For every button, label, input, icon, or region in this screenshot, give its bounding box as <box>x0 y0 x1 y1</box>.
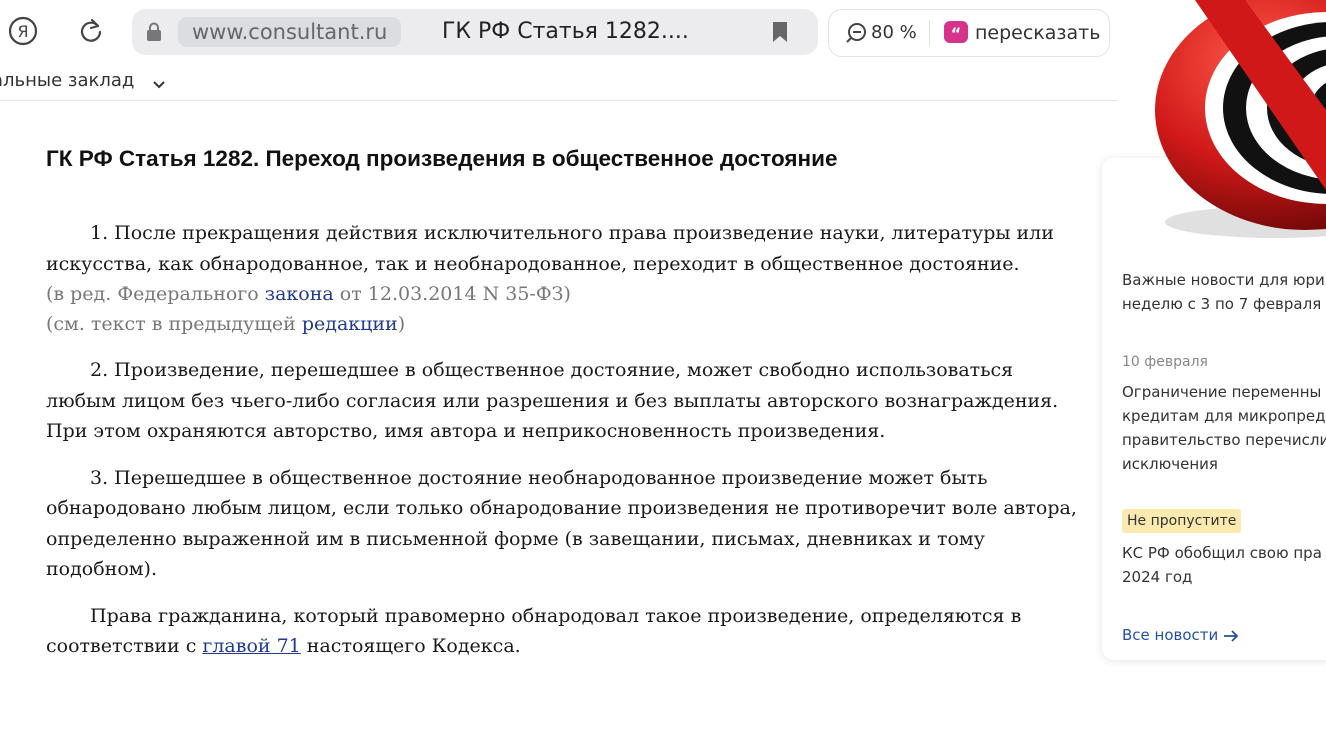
retell-icon[interactable]: “ <box>943 20 969 50</box>
page-tab-title: ГК РФ Статья 1282.... <box>442 19 689 44</box>
reload-icon[interactable] <box>74 14 108 48</box>
note-text: ) <box>397 313 406 335</box>
note-text: от 12.03.2014 N 35-ФЗ) <box>333 283 571 305</box>
lock-icon[interactable] <box>146 22 162 46</box>
paragraph-2: 2. Произведение, перешедшее в общественн… <box>46 359 1059 442</box>
divider <box>929 20 930 46</box>
bookmark-icon[interactable] <box>772 21 788 47</box>
retell-button[interactable]: пересказать <box>975 18 1100 48</box>
news-title: исключения <box>1122 455 1218 473</box>
zoom-retell-group: 80 % “ пересказать <box>828 9 1110 57</box>
svg-text:Я: Я <box>17 22 28 41</box>
news-title: 2024 год <box>1122 568 1193 586</box>
edition-link[interactable]: редакции <box>302 313 398 335</box>
bookmarks-bar: альные заклад <box>0 64 1118 101</box>
news-title: Важные новости для юри <box>1122 271 1325 289</box>
news-date: 10 февраля <box>1122 354 1208 370</box>
zoom-level[interactable]: 80 % <box>871 18 917 48</box>
prohibition-target-logo <box>1155 0 1326 240</box>
news-title: Ограничение переменны <box>1122 383 1322 401</box>
all-news-label: Все новости <box>1122 626 1219 644</box>
law-link[interactable]: закона <box>265 283 334 305</box>
yandex-icon[interactable]: Я <box>6 14 40 48</box>
paragraph-1: 1. После прекращения действия исключител… <box>46 222 1054 275</box>
paragraph-text: настоящего Кодекса. <box>300 635 521 657</box>
svg-text:“: “ <box>951 24 962 43</box>
browser-toolbar: Я www.consultant.ru ГК РФ Статья 1282...… <box>0 0 1118 64</box>
chevron-down-icon[interactable] <box>152 75 166 94</box>
arrow-right-icon <box>1223 626 1239 644</box>
chapter-71-link[interactable]: главой 71 <box>202 635 300 657</box>
news-title: правительство перечисли <box>1122 431 1326 449</box>
news-title: кредитам для микропред <box>1122 407 1326 425</box>
news-title: неделю с 3 по 7 февраля <box>1122 295 1322 313</box>
paragraph-text: Права гражданина, который правомерно обн… <box>46 604 1022 658</box>
zoom-icon[interactable] <box>845 22 867 48</box>
news-item-1[interactable]: Важные новости для юри неделю с 3 по 7 ф… <box>1122 268 1325 316</box>
dont-miss-badge: Не пропустите <box>1122 509 1242 533</box>
news-item-3[interactable]: КС РФ обобщил свою пра 2024 год <box>1122 541 1322 589</box>
news-title: КС РФ обобщил свою пра <box>1122 544 1322 562</box>
note-text: (см. текст в предыдущей <box>46 313 302 335</box>
bookmarks-folder[interactable]: альные заклад <box>0 70 134 91</box>
article: ГК РФ Статья 1282. Переход произведения … <box>46 146 1086 678</box>
paragraph-4: Права гражданина, который правомерно обн… <box>46 601 1086 662</box>
page-title: ГК РФ Статья 1282. Переход произведения … <box>46 146 838 171</box>
url-text[interactable]: www.consultant.ru <box>178 17 402 47</box>
note-text: (в ред. Федерального <box>46 283 265 305</box>
edition-note: (в ред. Федерального закона от 12.03.201… <box>46 279 1086 309</box>
previous-edition-note: (см. текст в предыдущей редакции) <box>46 309 1086 339</box>
paragraph-3: 3. Перешедшее в общественное достояние н… <box>46 466 1077 581</box>
all-news-link[interactable]: Все новости <box>1122 623 1239 647</box>
address-bar[interactable]: www.consultant.ru ГК РФ Статья 1282.... <box>132 9 818 55</box>
news-item-2[interactable]: Ограничение переменны кредитам для микро… <box>1122 380 1326 476</box>
